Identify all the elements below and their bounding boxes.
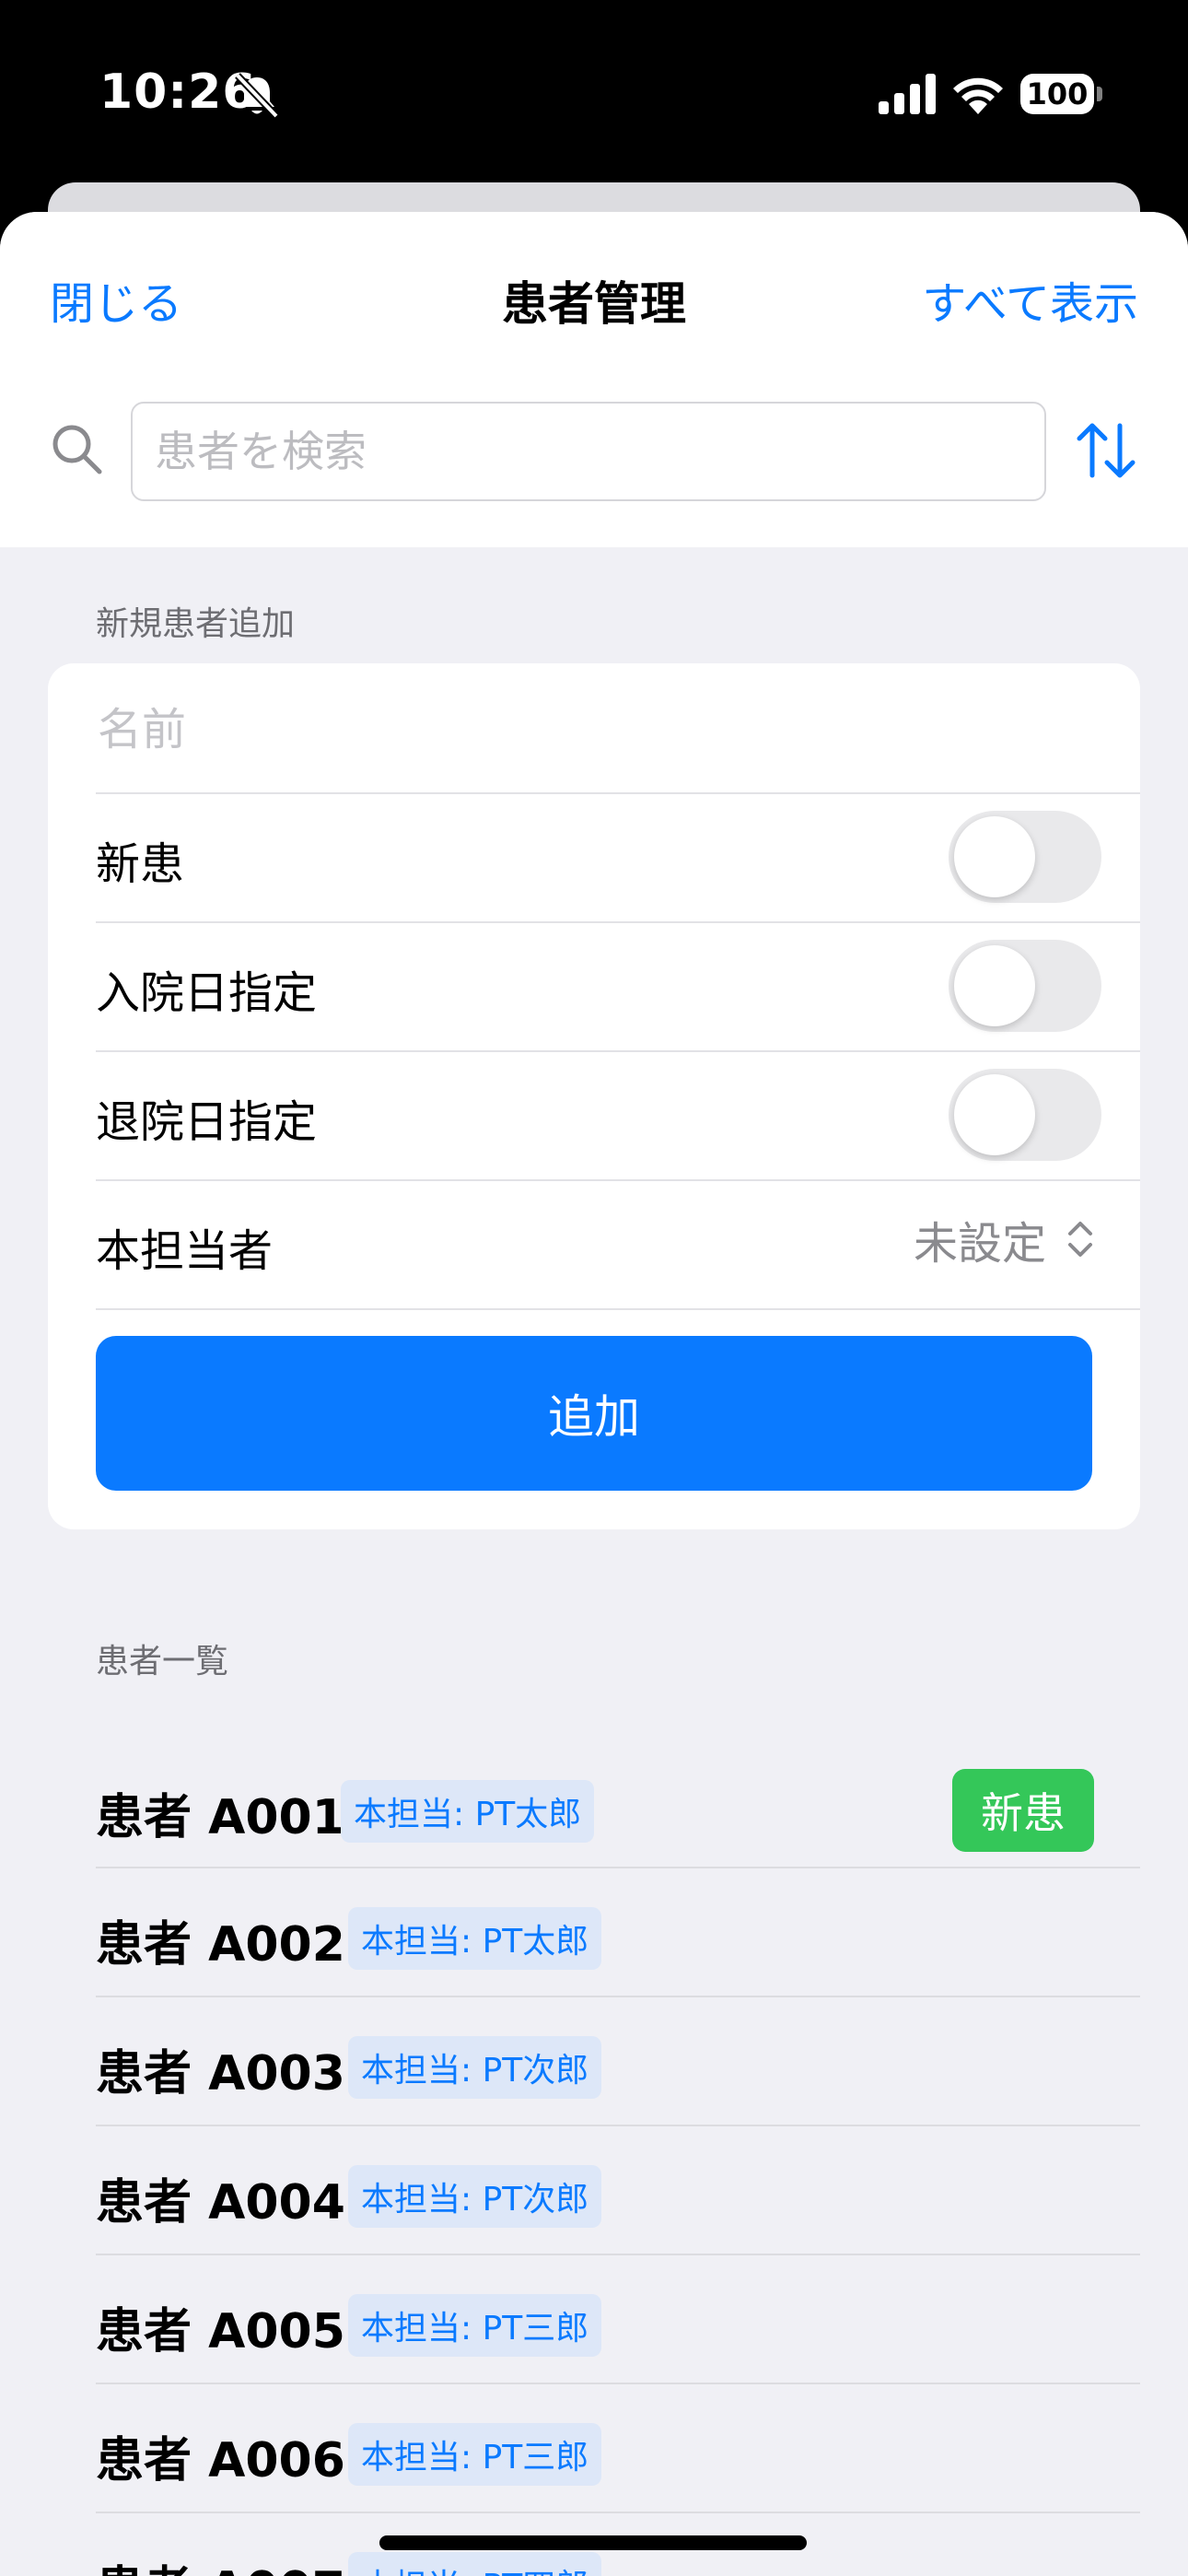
add-patient-form: 新患 入院日指定 退院日指定 本担当者 未設定 追加 [48,663,1140,1529]
divider [96,792,1140,794]
search-input[interactable] [131,402,1046,501]
patient-name: 患者 A002 [96,1917,345,1973]
divider [96,1050,1140,1052]
toggle-knob [954,945,1035,1026]
patient-name: 患者 A001 [96,1790,345,1845]
new-patient-toggle[interactable] [949,811,1101,903]
screen: 10:26 100 閉じる 患者管理 すべて表示 患者を検索 新規患者追加 名前… [0,0,1188,2576]
assignee-picker[interactable]: 未設定 [914,1207,1094,1271]
divider [96,1308,1140,1310]
search-icon [52,425,102,474]
assignee-badge: 本担当: PT三郎 [348,2294,602,2357]
assignee-badge: 本担当: PT三郎 [348,2423,602,2486]
assignee-value: 未設定 [913,1218,1046,1270]
cellular-signal-icon [879,74,936,114]
status-time: 10:26 [99,64,257,120]
divider [96,1179,1140,1181]
patient-row[interactable]: 患者 A001 本担当: PT太郎 新患 [96,1741,1140,1870]
list-section-header: 患者一覧 [96,1643,229,1680]
patient-name: 患者 A006 [96,2433,345,2488]
admission-date-label: 入院日指定 [96,967,318,1019]
name-field[interactable] [96,678,1122,781]
sort-icon[interactable] [1074,418,1138,483]
status-bar: 10:26 100 [0,0,1188,184]
toggle-knob [954,816,1035,897]
battery-level: 100 [1020,74,1094,114]
discharge-date-toggle[interactable] [949,1069,1101,1161]
patient-name: 患者 A007 [96,2550,345,2576]
patient-row[interactable]: 患者 A002 本担当: PT太郎 [96,1868,1140,1997]
assignee-label: 本担当者 [96,1225,274,1277]
admission-date-toggle[interactable] [949,940,1101,1032]
chevron-updown-icon [1068,1222,1092,1257]
battery-tip [1097,87,1102,101]
patient-management-sheet: 閉じる 患者管理 すべて表示 新規患者追加 新患 入院日指定 退院日指定 [0,212,1188,2576]
patient-name: 患者 A003 [96,2046,345,2102]
patient-row[interactable]: 患者 A004 本担当: PT次郎 [96,2126,1140,2255]
add-button[interactable]: 追加 [96,1336,1092,1491]
divider [96,921,1140,923]
patient-row[interactable]: 患者 A003 本担当: PT次郎 [96,1997,1140,2126]
discharge-date-label: 退院日指定 [96,1096,318,1148]
patient-row[interactable]: 患者 A006 本担当: PT三郎 [96,2384,1140,2513]
new-patient-badge: 新患 [952,1769,1094,1852]
patient-row[interactable]: 患者 A005 本担当: PT三郎 [96,2255,1140,2384]
add-section-header: 新規患者追加 [96,605,296,643]
close-button[interactable]: 閉じる [50,267,182,332]
wifi-icon [953,77,1003,114]
assignee-badge: 本担当: PT次郎 [348,2036,602,2099]
toggle-knob [954,1074,1035,1155]
bell-slash-icon [235,73,279,119]
assignee-badge: 本担当: PT次郎 [348,2165,602,2228]
show-all-button[interactable]: すべて表示 [922,267,1138,332]
sheet-header: 閉じる 患者管理 すべて表示 [0,212,1188,547]
battery-icon: 100 [1020,74,1102,114]
patient-name: 患者 A005 [96,2304,345,2359]
home-indicator[interactable] [379,2535,807,2550]
assignee-badge: 本担当: PT太郎 [348,1907,602,1970]
patient-name: 患者 A004 [96,2175,345,2231]
new-patient-label: 新患 [96,838,185,890]
assignee-badge: 本担当: PT四郎 [348,2552,602,2576]
assignee-badge: 本担当: PT太郎 [341,1780,595,1843]
